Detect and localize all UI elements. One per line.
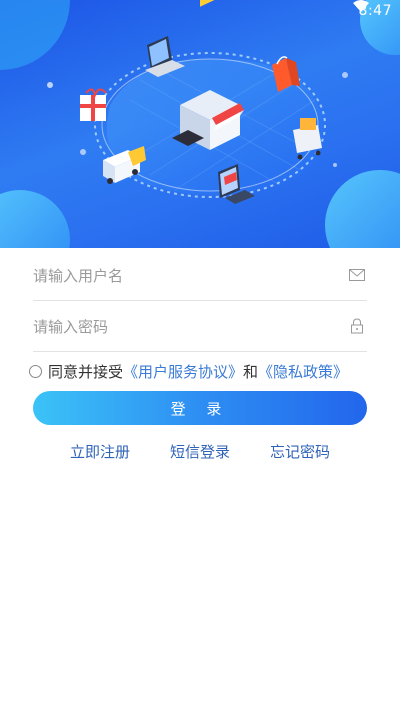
hero-banner: 8:47	[0, 0, 400, 248]
envelope-icon	[347, 265, 367, 285]
status-bar: 8:47	[352, 0, 392, 22]
login-button[interactable]: 登 录	[33, 391, 367, 425]
password-placeholder: 请输入密码	[33, 317, 109, 336]
user-agreement-link[interactable]: 《用户服务协议》	[123, 361, 243, 382]
forgot-password-link[interactable]: 忘记密码	[270, 441, 330, 462]
privacy-policy-link[interactable]: 《隐私政策》	[258, 361, 348, 382]
register-link[interactable]: 立即注册	[70, 441, 130, 462]
agreement-prefix: 同意并接受	[48, 362, 124, 381]
username-placeholder: 请输入用户名	[33, 266, 124, 285]
agreement-radio[interactable]	[29, 364, 42, 378]
online-store-illustration	[0, 0, 400, 248]
lock-icon	[347, 316, 367, 336]
agreement-row: 同意并接受 《用户服务协议》 和 《隐私政策》	[29, 360, 348, 382]
sms-login-link[interactable]: 短信登录	[170, 441, 230, 462]
auth-links: 立即注册 短信登录 忘记密码	[0, 441, 400, 463]
password-field[interactable]: 请输入密码	[33, 301, 367, 352]
username-field[interactable]: 请输入用户名	[33, 250, 367, 301]
agreement-conjunction: 和	[243, 362, 259, 381]
